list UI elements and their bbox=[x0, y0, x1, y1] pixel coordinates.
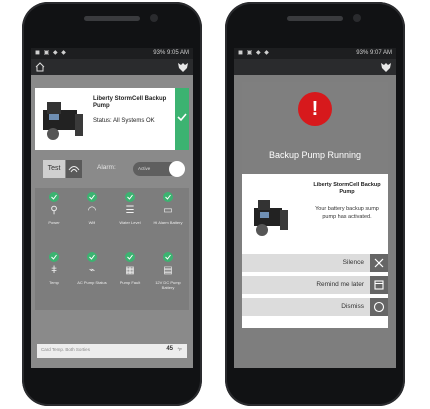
dialog-device-name: Liberty StormCell Backup Pump bbox=[313, 182, 381, 195]
tile-label: AC Pump Status bbox=[77, 280, 107, 285]
battery-percent: 93% bbox=[356, 50, 369, 56]
brand-logo-icon bbox=[381, 63, 391, 72]
check-icon bbox=[49, 252, 59, 262]
tile-pump-fault[interactable]: ▦ Pump Fault bbox=[111, 248, 149, 306]
brand-logo-icon bbox=[178, 63, 188, 72]
ok-strip bbox=[175, 88, 189, 150]
status-time: 9:05 AM bbox=[166, 50, 189, 56]
app-bar bbox=[234, 59, 396, 75]
temperature-bar[interactable]: Card Temp. Both Sorties 45 °F bbox=[37, 344, 187, 358]
battery-pump-icon: ▤ bbox=[163, 265, 173, 276]
tile-ac-pump-status[interactable]: ⌁ AC Pump Status bbox=[73, 248, 111, 306]
water-level-icon: ☰ bbox=[125, 205, 135, 216]
remind-later-button[interactable]: Remind me later bbox=[242, 276, 388, 294]
tile-temp[interactable]: ǂ Temp bbox=[35, 248, 73, 306]
tile-label: Pump Fault bbox=[119, 280, 141, 285]
temperature-caption: Card Temp. Both Sorties bbox=[41, 347, 90, 352]
dismiss-label: Dismiss bbox=[341, 303, 364, 310]
alert-icon: ! bbox=[298, 92, 332, 126]
phone-right: ◼ ▣ ◆ ◆ 93% 9:07 AM ! Backup Pump Runnin… bbox=[225, 2, 405, 406]
device-card[interactable]: Liberty StormCell Backup Pump Status: Al… bbox=[35, 88, 189, 150]
pump-image bbox=[43, 102, 83, 140]
battery-icon: ▭ bbox=[163, 205, 173, 216]
battery-percent: 93% bbox=[153, 50, 166, 56]
tile-dc-pump-battery[interactable]: ▤ 12V DC Pump Battery bbox=[149, 248, 187, 306]
camera bbox=[353, 14, 361, 22]
circle-icon bbox=[370, 298, 388, 316]
temperature-unit: °F bbox=[177, 347, 182, 352]
controls-row: Test Alarm: Active bbox=[35, 158, 189, 180]
remind-label: Remind me later bbox=[316, 281, 364, 288]
check-icon bbox=[125, 252, 135, 262]
tile-power[interactable]: ⚲ Power bbox=[35, 188, 73, 246]
pump-icon: ▦ bbox=[125, 265, 135, 276]
tile-label: Power bbox=[48, 220, 60, 225]
wifi-signal-icon bbox=[68, 166, 80, 173]
pump-image bbox=[254, 200, 288, 236]
tile-label: Temp bbox=[49, 280, 59, 285]
tile-label: Hi Alarm Battery bbox=[153, 220, 183, 225]
tile-water-level[interactable]: ☰ Water Level bbox=[111, 188, 149, 246]
dialog-message: Your battery backup sump pump has activa… bbox=[315, 206, 379, 220]
status-bar: ◼ ▣ ◆ ◆ 93% 9:05 AM bbox=[31, 48, 193, 59]
speaker bbox=[84, 16, 140, 21]
alarm-toggle[interactable] bbox=[169, 161, 185, 177]
checkmark-icon bbox=[177, 113, 187, 122]
status-time: 9:07 AM bbox=[369, 50, 392, 56]
silence-button[interactable]: Silence bbox=[242, 254, 388, 272]
dismiss-button[interactable]: Dismiss bbox=[242, 298, 388, 316]
check-icon bbox=[49, 192, 59, 202]
phone-left: ◼ ▣ ◆ ◆ 93% 9:05 AM Liberty StormCell Ba… bbox=[22, 2, 202, 406]
tile-label: 12V DC Pump Battery bbox=[155, 280, 181, 290]
notification-icons: ◼ ▣ ◆ ◆ bbox=[35, 50, 67, 56]
home-icon[interactable] bbox=[35, 62, 45, 72]
app-bar bbox=[31, 59, 193, 75]
thermometer-icon: ǂ bbox=[51, 265, 57, 276]
check-icon bbox=[125, 192, 135, 202]
screen: ◼ ▣ ◆ ◆ 93% 9:07 AM ! Backup Pump Runnin… bbox=[234, 48, 396, 368]
alert-dialog: ! Backup Pump Running Liberty StormCell … bbox=[242, 82, 388, 328]
dialog-title: Backup Pump Running bbox=[268, 150, 362, 160]
check-icon bbox=[163, 192, 173, 202]
speaker bbox=[287, 16, 343, 21]
notification-icons: ◼ ▣ ◆ ◆ bbox=[238, 50, 270, 56]
screen: ◼ ▣ ◆ ◆ 93% 9:05 AM Liberty StormCell Ba… bbox=[31, 48, 193, 368]
pulse-icon: ⌁ bbox=[88, 265, 96, 276]
check-icon bbox=[87, 252, 97, 262]
tile-label: Wifi bbox=[88, 220, 96, 225]
check-icon bbox=[87, 192, 97, 202]
status-bar: ◼ ▣ ◆ ◆ 93% 9:07 AM bbox=[234, 48, 396, 59]
device-status: Status: All Systems OK bbox=[93, 118, 155, 124]
temperature-value: 45 bbox=[166, 346, 173, 352]
alarm-label: Alarm: bbox=[97, 164, 116, 171]
status-grid: ⚲ Power ◠ Wifi ☰ Water Level ▭ Hi Alarm … bbox=[35, 188, 189, 310]
wifi-icon: ◠ bbox=[87, 205, 97, 216]
tile-hi-alarm-battery[interactable]: ▭ Hi Alarm Battery bbox=[149, 188, 187, 246]
power-plug-icon: ⚲ bbox=[50, 205, 58, 216]
tile-wifi[interactable]: ◠ Wifi bbox=[73, 188, 111, 246]
silence-label: Silence bbox=[342, 259, 364, 266]
device-name: Liberty StormCell Backup Pump bbox=[93, 96, 167, 109]
test-button[interactable]: Test bbox=[43, 160, 65, 178]
close-icon bbox=[370, 254, 388, 272]
dialog-header: ! Backup Pump Running bbox=[242, 82, 388, 174]
tile-label: Water Level bbox=[119, 220, 141, 225]
calendar-icon bbox=[370, 276, 388, 294]
check-icon bbox=[163, 252, 173, 262]
wave-button[interactable] bbox=[66, 160, 82, 178]
camera bbox=[150, 14, 158, 22]
